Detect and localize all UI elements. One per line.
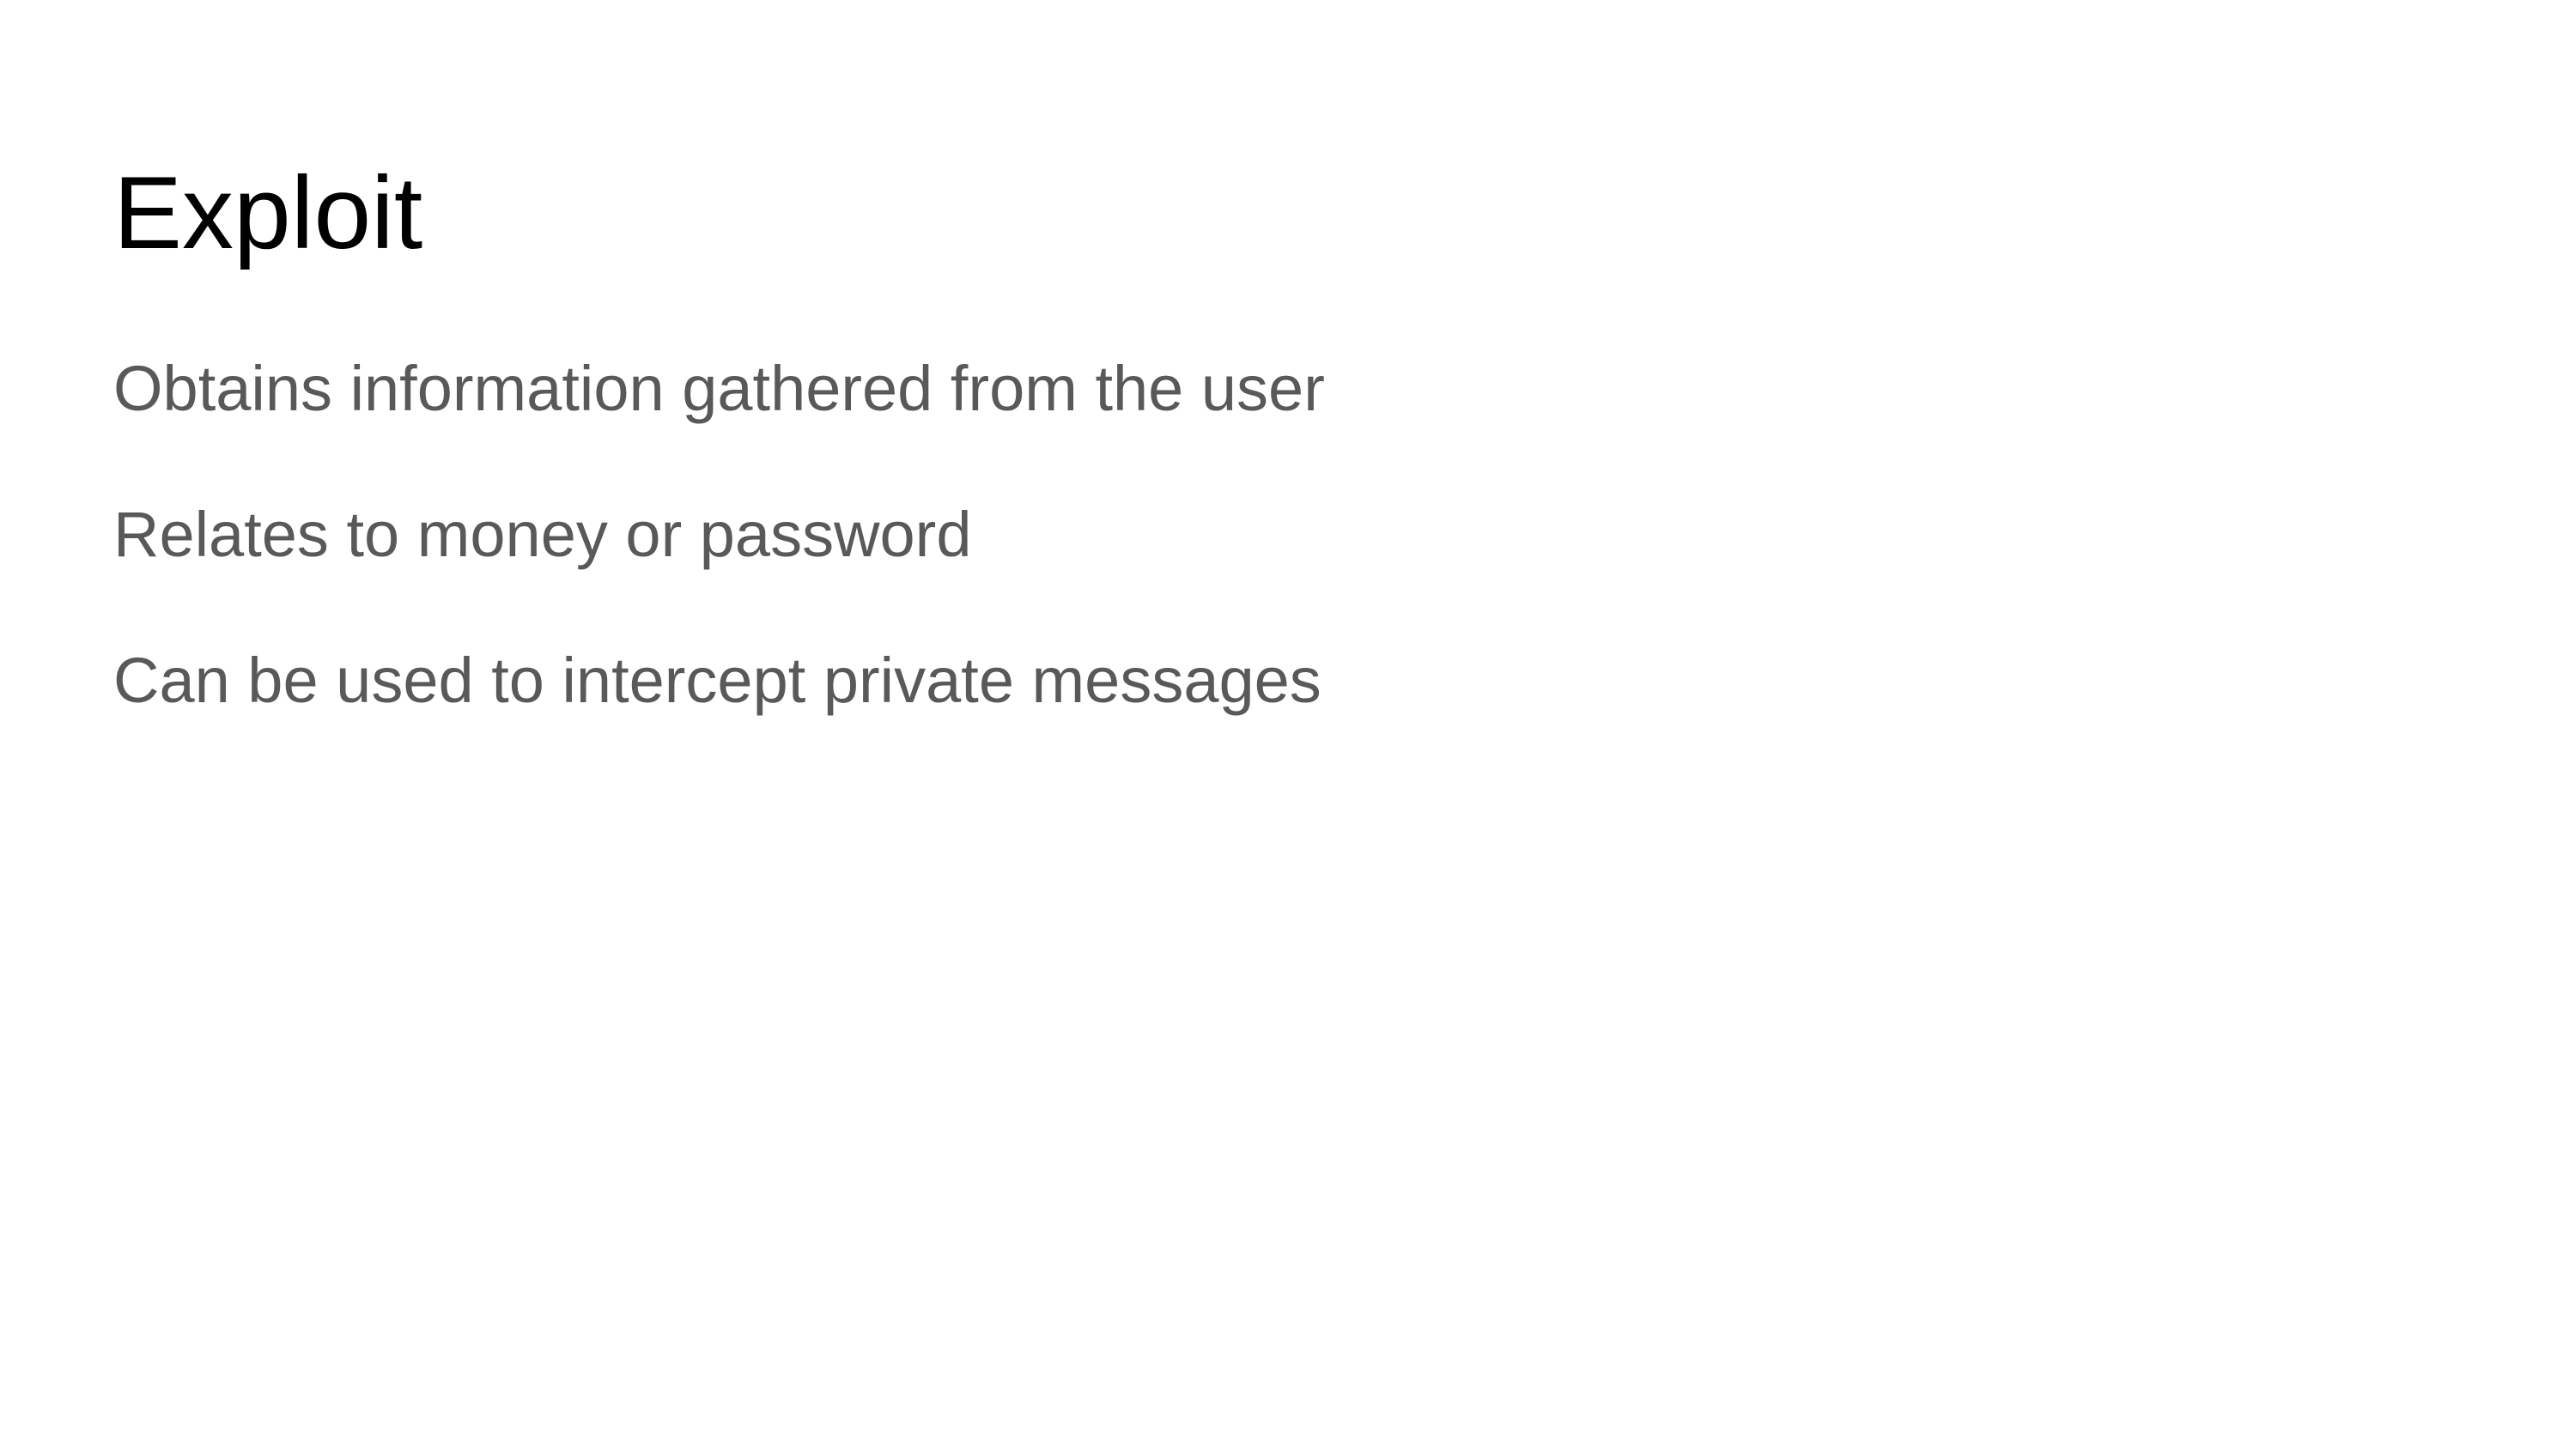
bullet-list: Obtains information gathered from the us… [113,350,1325,788]
bullet-item: Obtains information gathered from the us… [113,353,1325,424]
slide-title: Exploit [113,155,423,270]
slide: Exploit Obtains information gathered fro… [0,0,2576,1449]
bullet-item: Can be used to intercept private message… [113,645,1321,716]
bullet-item: Relates to money or password [113,499,972,570]
